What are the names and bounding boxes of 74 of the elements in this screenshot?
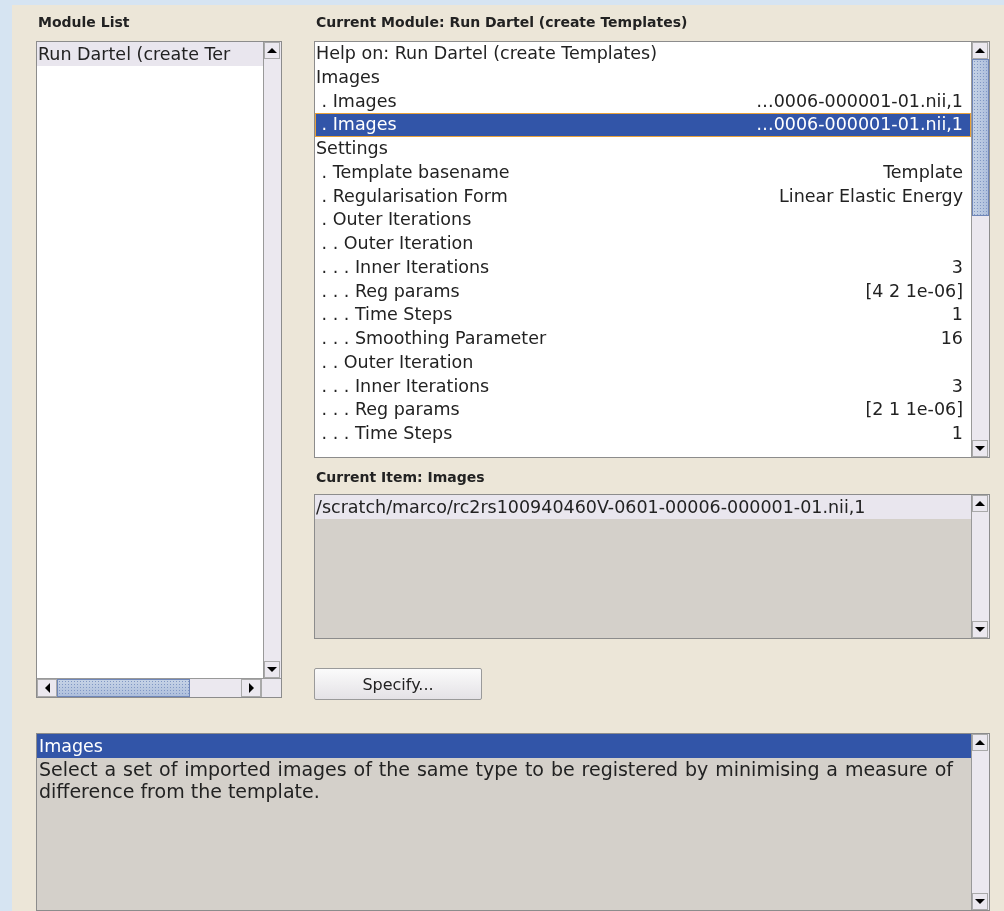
down-triangle-icon — [975, 446, 985, 451]
row-label: . . . Inner Iterations — [320, 255, 490, 279]
row-value: [4 2 1e-06] — [865, 279, 963, 303]
scroll-down-button[interactable] — [972, 893, 988, 910]
row-value: …0006-000001-01.nii,1 — [756, 89, 963, 113]
list-row[interactable]: . Template basename Template — [315, 160, 971, 185]
right-triangle-icon — [248, 683, 254, 693]
row-value: Template — [883, 160, 963, 184]
list-row[interactable]: . . . Reg params [4 2 1e-06] — [315, 279, 971, 304]
list-row[interactable]: . . . Time Steps 1 — [315, 422, 971, 446]
row-label: Help on: Run Dartel (create Templates) — [316, 42, 658, 65]
list-row[interactable]: . . . Inner Iterations 3 — [315, 255, 971, 280]
help-text: Select a set of imported images of the same type to be registered by minimising a measure of difference from the template. — [38, 758, 955, 802]
list-row[interactable]: . Regularisation Form Linear Elastic Energy — [315, 184, 971, 209]
panel-title: Module List — [37, 13, 130, 32]
row-label: . . . Reg params — [320, 279, 460, 303]
list-row[interactable]: . . . Time Steps 1 — [315, 303, 971, 327]
list-row[interactable]: . Outer Iterations — [315, 208, 971, 232]
scroll-up-button[interactable] — [264, 42, 280, 59]
row-label: Images — [316, 65, 380, 89]
scroll-down-button[interactable] — [972, 440, 988, 457]
scroll-left-button[interactable] — [37, 679, 57, 697]
scroll-right-button[interactable] — [241, 679, 261, 697]
list-item[interactable]: Run Dartel (create Ter — [37, 42, 263, 66]
scroll-up-button[interactable] — [972, 42, 988, 59]
row-value: [2 1 1e-06] — [865, 398, 963, 422]
list-row[interactable]: . Images …0006-000001-01.nii,1 — [315, 113, 971, 137]
scroll-down-button[interactable] — [264, 661, 280, 678]
row-value: 1 — [951, 422, 963, 445]
row-label: . Regularisation Form — [320, 184, 508, 208]
scroll-thumb[interactable] — [972, 59, 989, 216]
row-value: 3 — [951, 374, 963, 398]
row-label: . . Outer Iteration — [320, 350, 474, 374]
up-triangle-icon — [975, 740, 985, 745]
row-value: …0006-000001-01.nii,1 — [756, 113, 963, 137]
row-label: . . Outer Iteration — [320, 232, 474, 255]
scroll-up-button[interactable] — [972, 734, 988, 751]
list-row[interactable]: . Images …0006-000001-01.nii,1 — [315, 89, 971, 114]
left-triangle-icon — [44, 683, 50, 693]
panel-title: Current Module: Run Dartel (create Templates) — [315, 13, 688, 32]
row-value: Linear Elastic Energy — [779, 184, 963, 208]
row-label: . . . Reg params — [320, 398, 460, 422]
scroll-up-button[interactable] — [972, 495, 988, 512]
row-label: . Template basename — [320, 160, 510, 184]
help-title: Images — [37, 734, 971, 758]
list-row[interactable]: Images — [315, 65, 971, 90]
up-triangle-icon — [267, 48, 277, 53]
list-row[interactable]: . . . Smoothing Parameter 16 — [315, 327, 971, 351]
row-label: . . . Inner Iterations — [320, 374, 490, 398]
row-value: 3 — [951, 255, 963, 279]
list-row[interactable]: Settings — [315, 137, 971, 161]
row-label: . . . Smoothing Parameter — [320, 327, 547, 350]
list-row[interactable]: . . . Reg params [2 1 1e-06] — [315, 398, 971, 422]
row-label: . Outer Iterations — [320, 208, 472, 232]
list-row[interactable]: . . Outer Iteration — [315, 232, 971, 256]
list-row[interactable]: . . Outer Iteration — [315, 350, 971, 375]
row-value: 1 — [951, 303, 963, 327]
up-triangle-icon — [975, 501, 985, 506]
specify-button[interactable]: Specify... — [314, 668, 482, 700]
row-label: . . . Time Steps — [320, 422, 453, 445]
row-label: . Images — [320, 89, 397, 113]
up-triangle-icon — [975, 48, 985, 53]
scroll-down-button[interactable] — [972, 621, 988, 638]
down-triangle-icon — [975, 627, 985, 632]
down-triangle-icon — [975, 899, 985, 904]
down-triangle-icon — [267, 667, 277, 672]
row-value: 16 — [940, 327, 963, 350]
list-row[interactable]: Help on: Run Dartel (create Templates) — [315, 42, 971, 66]
row-label: . . . Time Steps — [320, 303, 453, 327]
list-row[interactable]: . . . Inner Iterations 3 — [315, 374, 971, 399]
row-label: Settings — [316, 137, 388, 160]
panel-title: Current Item: Images — [315, 468, 485, 487]
scroll-thumb[interactable] — [57, 679, 190, 697]
row-label: . Images — [320, 113, 397, 137]
